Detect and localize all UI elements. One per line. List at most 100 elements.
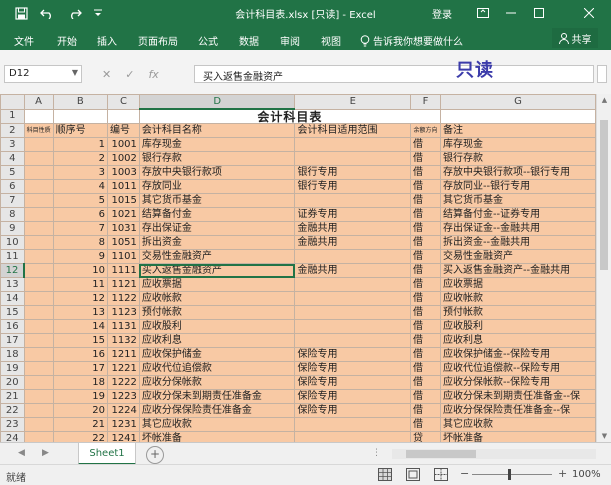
row-header[interactable]: 12 (0, 263, 26, 278)
cell[interactable] (23, 221, 54, 236)
note-cell[interactable]: 应收分保未到期责任准备金--保 (439, 389, 596, 404)
tab-file[interactable]: 文件 (14, 33, 34, 48)
note-cell[interactable]: 应收利息 (439, 333, 596, 348)
direction-cell[interactable]: 借 (410, 179, 441, 194)
name-cell[interactable]: 应收保护储金 (138, 347, 296, 362)
direction-cell[interactable]: 借 (410, 221, 441, 236)
prev-sheet-icon[interactable]: ◀ (18, 448, 25, 458)
note-cell[interactable]: 存出保证金--金融共用 (439, 221, 596, 236)
column-header[interactable]: A (23, 94, 54, 110)
cell[interactable] (23, 277, 54, 292)
seq-cell[interactable]: 1 (52, 137, 109, 152)
row-header[interactable]: 8 (0, 207, 25, 222)
name-cell[interactable]: 坏帐准备 (138, 431, 296, 442)
note-cell[interactable]: 其它货币基金 (439, 193, 596, 208)
row-header[interactable]: 3 (0, 137, 25, 152)
seq-cell[interactable]: 18 (52, 375, 109, 390)
tab-split-handle-icon[interactable]: ⋮ (372, 448, 381, 458)
add-sheet-icon[interactable]: + (146, 446, 164, 464)
seq-cell[interactable]: 12 (52, 291, 109, 306)
direction-cell[interactable]: 借 (410, 151, 441, 166)
note-cell[interactable]: 结算备付金--证券专用 (439, 207, 596, 222)
seq-cell[interactable]: 22 (52, 431, 109, 442)
note-cell[interactable]: 应收分保保险责任准备金--保 (439, 403, 596, 418)
column-header[interactable]: B (52, 94, 109, 110)
direction-cell[interactable]: 借 (410, 403, 441, 418)
seq-cell[interactable]: 13 (52, 305, 109, 320)
row-header[interactable]: 2 (0, 123, 25, 138)
seq-cell[interactable]: 4 (52, 179, 109, 194)
header-cell[interactable]: 余额方向 (410, 123, 441, 138)
tab-review[interactable]: 审阅 (280, 33, 300, 48)
code-cell[interactable]: 1021 (107, 207, 140, 222)
header-cell[interactable]: 顺序号 (52, 123, 109, 138)
row-header[interactable]: 14 (0, 291, 25, 306)
tab-formulas[interactable]: 公式 (198, 33, 218, 48)
header-cell[interactable]: 会计科目适用范围 (294, 123, 412, 138)
direction-cell[interactable]: 借 (410, 137, 441, 152)
name-cell[interactable]: 应收分保保险责任准备金 (138, 403, 296, 418)
note-cell[interactable]: 应收保护储金--保险专用 (439, 347, 596, 362)
direction-cell[interactable]: 借 (410, 305, 441, 320)
minimize-icon[interactable] (500, 3, 522, 23)
direction-cell[interactable]: 借 (410, 361, 441, 376)
scope-cell[interactable]: 保险专用 (294, 361, 412, 376)
header-cell[interactable]: 会计科目名称 (138, 123, 296, 138)
name-cell[interactable]: 预付帐款 (138, 305, 296, 320)
note-cell[interactable]: 库存现金 (439, 137, 596, 152)
row-header[interactable]: 9 (0, 221, 25, 236)
name-cell[interactable]: 存放中央银行款项 (138, 165, 296, 180)
tab-data[interactable]: 数据 (239, 33, 259, 48)
tab-page-layout[interactable]: 页面布局 (138, 33, 178, 48)
scope-cell[interactable]: 保险专用 (294, 389, 412, 404)
scope-cell[interactable]: 证券专用 (294, 207, 412, 222)
name-cell[interactable]: 存出保证金 (138, 221, 296, 236)
direction-cell[interactable]: 借 (410, 263, 441, 278)
code-cell[interactable]: 1051 (107, 235, 140, 250)
cell[interactable] (23, 165, 54, 180)
code-cell[interactable]: 1011 (107, 179, 140, 194)
cell[interactable] (23, 263, 54, 278)
note-cell[interactable]: 应收帐款 (439, 291, 596, 306)
formula-input[interactable]: 买入返售金融资产 (194, 65, 594, 83)
next-sheet-icon[interactable]: ▶ (42, 448, 49, 458)
normal-view-icon[interactable] (378, 468, 392, 481)
seq-cell[interactable]: 16 (52, 347, 109, 362)
name-cell[interactable]: 应收分保未到期责任准备金 (138, 389, 296, 404)
header-cell[interactable]: 科目性质 (23, 123, 54, 138)
name-cell[interactable]: 银行存款 (138, 151, 296, 166)
cell[interactable] (52, 108, 109, 124)
zoom-level[interactable]: 100% (572, 469, 601, 480)
direction-cell[interactable]: 借 (410, 347, 441, 362)
code-cell[interactable]: 1231 (107, 417, 140, 432)
scroll-up-icon[interactable]: ▲ (597, 96, 611, 104)
scope-cell[interactable] (294, 319, 412, 334)
column-header-selected[interactable]: D (138, 94, 296, 110)
save-icon[interactable] (12, 4, 30, 22)
maximize-icon[interactable] (528, 3, 550, 23)
row-header[interactable]: 20 (0, 375, 25, 390)
zoom-in-icon[interactable]: + (558, 467, 567, 480)
direction-cell[interactable]: 借 (410, 375, 441, 390)
seq-cell[interactable]: 7 (52, 221, 109, 236)
scope-cell[interactable] (294, 193, 412, 208)
name-cell[interactable]: 库存现金 (138, 137, 296, 152)
row-header[interactable]: 6 (0, 179, 25, 194)
ribbon-display-icon[interactable] (472, 3, 494, 23)
active-cell[interactable]: 买入返售金融资产 (138, 263, 296, 278)
header-cell[interactable]: 备注 (439, 123, 596, 138)
seq-cell[interactable]: 15 (52, 333, 109, 348)
name-cell[interactable]: 应收分保帐款 (138, 375, 296, 390)
cell[interactable] (23, 319, 54, 334)
cell[interactable] (23, 389, 54, 404)
scope-cell[interactable]: 金融共用 (294, 221, 412, 236)
seq-cell[interactable]: 11 (52, 277, 109, 292)
note-cell[interactable]: 其它应收款 (439, 417, 596, 432)
row-header[interactable]: 10 (0, 235, 25, 250)
row-header[interactable]: 22 (0, 403, 25, 418)
code-cell[interactable]: 1131 (107, 319, 140, 334)
scope-cell[interactable] (294, 333, 412, 348)
name-cell[interactable]: 拆出资金 (138, 235, 296, 250)
cell[interactable] (23, 291, 54, 306)
seq-cell[interactable]: 21 (52, 417, 109, 432)
